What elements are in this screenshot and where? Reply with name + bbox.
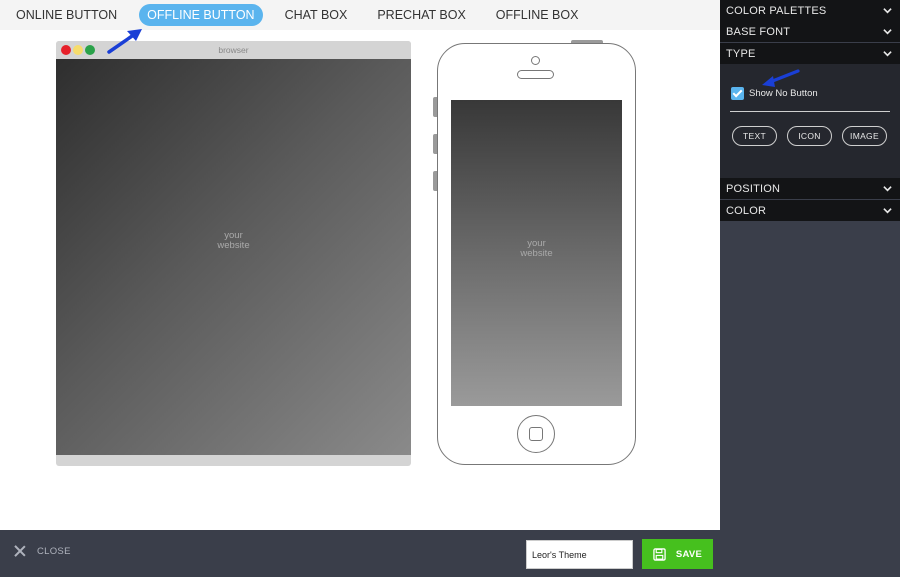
section-base-font[interactable]: BASE FONT	[720, 21, 900, 42]
section-label: COLOR PALETTES	[726, 4, 827, 17]
preview-area: browser your website your website	[0, 30, 720, 530]
close-icon	[14, 545, 26, 557]
phone-home-icon	[529, 427, 543, 441]
show-no-button-checkbox[interactable]	[731, 87, 744, 100]
section-position[interactable]: POSITION	[720, 178, 900, 199]
type-section-body: Show No Button TEXT ICON IMAGE	[720, 64, 900, 178]
section-label: POSITION	[726, 182, 781, 195]
tab-offline-box[interactable]: OFFLINE BOX	[488, 4, 587, 26]
chevron-down-icon	[883, 8, 892, 14]
show-no-button-label: Show No Button	[749, 88, 818, 99]
annotation-arrow-icon	[107, 29, 142, 54]
chevron-down-icon	[883, 208, 892, 214]
save-button[interactable]: SAVE	[642, 539, 713, 569]
chevron-down-icon	[883, 186, 892, 192]
website-label-line2: website	[217, 240, 250, 251]
phone-home-button	[517, 415, 555, 453]
browser-mockup: browser your website	[56, 41, 411, 466]
save-label: SAVE	[675, 548, 703, 560]
type-divider	[730, 111, 890, 112]
type-text-button[interactable]: TEXT	[732, 126, 777, 146]
phone-camera	[531, 56, 540, 65]
theme-editor: ONLINE BUTTON OFFLINE BUTTON CHAT BOX PR…	[0, 0, 900, 577]
section-color-palettes[interactable]: COLOR PALETTES	[720, 0, 900, 21]
section-label: BASE FONT	[726, 25, 791, 38]
tab-prechat-box[interactable]: PRECHAT BOX	[369, 4, 473, 26]
close-button[interactable]: CLOSE	[14, 545, 71, 557]
section-label: COLOR	[726, 204, 767, 217]
type-image-button[interactable]: IMAGE	[842, 126, 887, 146]
annotation-arrow-icon	[762, 69, 800, 87]
section-label: TYPE	[726, 47, 756, 60]
type-icon-button[interactable]: ICON	[787, 126, 832, 146]
phone-screen: your website	[451, 100, 622, 406]
tab-chat-box[interactable]: CHAT BOX	[277, 4, 356, 26]
theme-name-input[interactable]	[526, 540, 633, 569]
bottom-toolbar: CLOSE SAVE	[0, 530, 720, 577]
close-label: CLOSE	[37, 545, 71, 557]
settings-panel: COLOR PALETTES BASE FONT TYPE Show No Bu…	[720, 0, 900, 577]
chevron-down-icon	[883, 29, 892, 35]
tab-offline-button[interactable]: OFFLINE BUTTON	[139, 4, 263, 26]
section-color[interactable]: COLOR	[720, 200, 900, 221]
phone-website-label-line2: website	[520, 248, 553, 259]
phone-speaker	[517, 70, 554, 79]
section-type[interactable]: TYPE	[720, 43, 900, 64]
chevron-down-icon	[883, 51, 892, 57]
tab-online-button[interactable]: ONLINE BUTTON	[8, 4, 125, 26]
browser-screen: your website	[56, 59, 411, 455]
save-icon	[653, 547, 666, 561]
